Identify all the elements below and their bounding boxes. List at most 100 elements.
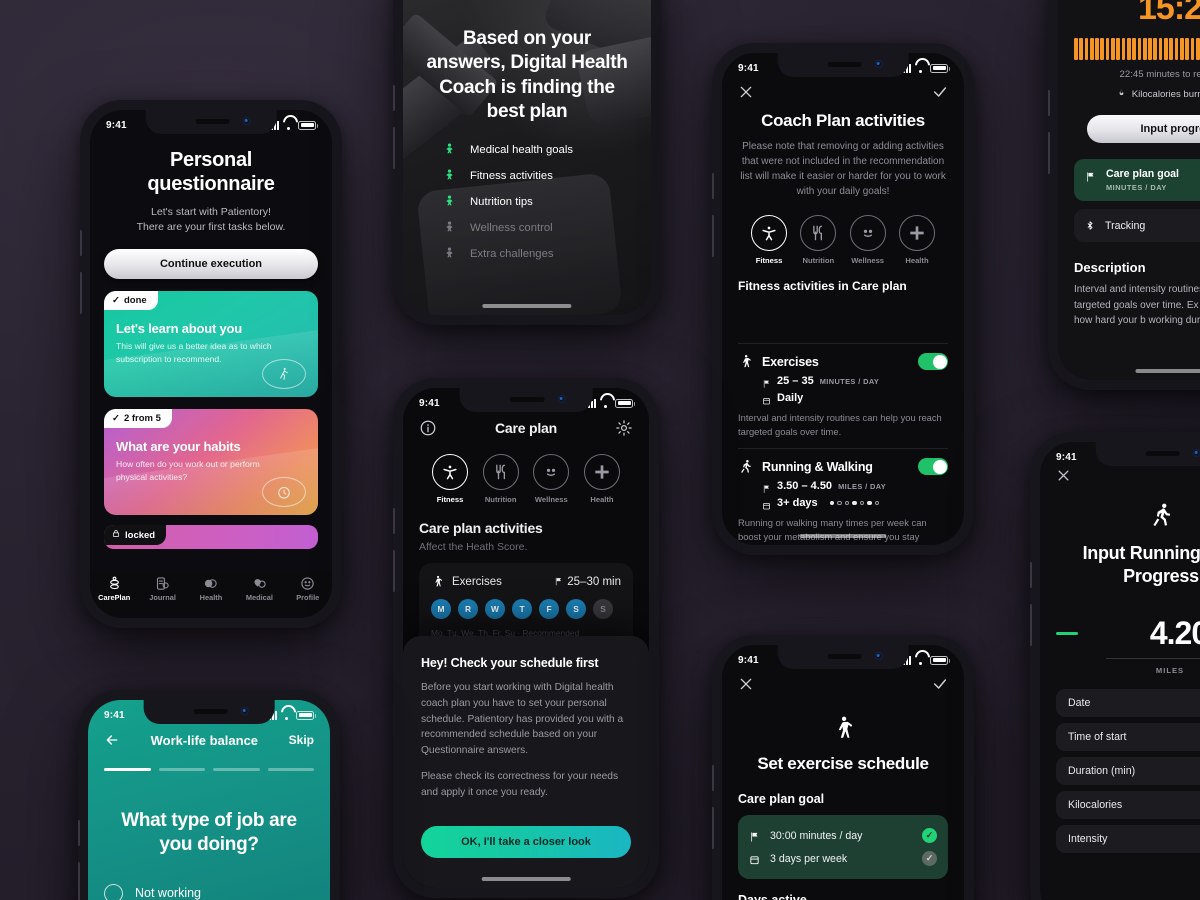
sheet-confirm-button[interactable]: OK, I'll take a closer look <box>421 826 631 858</box>
tab-medical[interactable]: Medical <box>235 576 283 602</box>
camera-icon <box>242 117 251 125</box>
continue-execution-button[interactable]: Continue execution <box>104 249 318 280</box>
goal-label: 3 days per week <box>770 852 848 865</box>
page-title: Set exercise schedule <box>757 754 929 773</box>
day-chip[interactable]: S <box>593 599 613 619</box>
care-plan-goal-card: 30:00 minutes / day ✓ 3 days per week ✓ <box>738 815 948 879</box>
speaker-icon <box>195 119 230 124</box>
tab-careplan[interactable]: CarePlan <box>90 576 138 602</box>
activity-toggle[interactable] <box>918 353 948 370</box>
minus-icon[interactable] <box>1056 631 1078 635</box>
detail-row-date[interactable]: Date 12 jan <box>1056 688 1200 717</box>
radio-icon[interactable] <box>104 883 123 900</box>
category-label: Fitness <box>755 256 783 265</box>
confirm-check-icon[interactable] <box>932 676 948 692</box>
goal-row[interactable]: 3 days per week ✓ <box>749 847 937 870</box>
page-title: Care plan <box>495 420 557 436</box>
close-icon[interactable] <box>1056 470 1071 487</box>
day-chip[interactable]: T <box>512 599 532 619</box>
list-item-label: Fitness activities <box>470 169 553 182</box>
input-progress-button[interactable]: Input progress <box>1086 115 1200 143</box>
status-time: 9:41 <box>419 397 440 409</box>
close-icon[interactable] <box>738 84 754 100</box>
arrow-left-icon[interactable] <box>104 732 120 748</box>
activity-name: Exercises <box>762 354 819 369</box>
nav-row: Care plan <box>419 414 633 442</box>
speaker-icon <box>1145 451 1180 456</box>
home-indicator <box>481 877 571 881</box>
exercise-icon <box>431 574 444 589</box>
confirm-check-icon[interactable] <box>932 84 948 100</box>
list-item-label: Nutrition tips <box>470 195 533 208</box>
skip-button[interactable]: Skip <box>289 733 314 747</box>
activity-description: Interval and intensity routines can help… <box>738 412 942 438</box>
exercise-icon <box>738 713 948 748</box>
activity-toggle[interactable] <box>918 458 948 476</box>
category-wellness[interactable]: Wellness <box>528 454 574 504</box>
page-title: Based on your answers, Digital Health Co… <box>426 28 628 122</box>
detail-row-kilocalories[interactable]: Kilocalories <box>1056 790 1200 819</box>
screen-personal-questionnaire: 9:41 Personal questionnaire Let's start … <box>90 110 332 618</box>
nav-row <box>738 79 948 105</box>
care-plan-goal-row[interactable]: Care plan goal MINUTES / DAY <box>1074 159 1200 201</box>
check-icon[interactable]: ✓ <box>922 851 937 866</box>
close-icon[interactable] <box>738 676 754 692</box>
flame-icon <box>1117 87 1126 101</box>
task-card-learn-about-you[interactable]: ✓ done Let's learn about you This will g… <box>104 291 318 398</box>
sheet-paragraph-2: Please check its correctness for your ne… <box>421 771 619 798</box>
tab-profile[interactable]: Profile <box>284 576 332 602</box>
section-subtitle: Affect the Heath Score. <box>419 541 528 553</box>
category-fitness[interactable]: Fitness <box>427 454 473 504</box>
page-subtitle: Let's start with Patientory! There are y… <box>104 205 318 235</box>
activity-frequency: 3+ days <box>762 497 948 510</box>
flag-icon <box>762 481 771 493</box>
check-icon[interactable]: ✓ <box>922 828 937 843</box>
wifi-icon <box>281 711 292 720</box>
day-chip[interactable]: M <box>431 599 451 619</box>
notch <box>777 645 909 669</box>
goal-row[interactable]: 30:00 minutes / day ✓ <box>749 824 937 847</box>
category-wellness[interactable]: Wellness <box>845 215 891 265</box>
category-row: Fitness Nutrition Wellness Health <box>738 215 948 265</box>
category-nutrition[interactable]: Nutrition <box>478 454 524 504</box>
day-chip[interactable]: R <box>458 599 478 619</box>
answer-option-not-working[interactable]: Not working <box>104 883 314 900</box>
day-chip[interactable]: W <box>485 599 505 619</box>
goal-title: Care plan goal <box>1106 168 1179 180</box>
calendar-icon <box>749 853 760 865</box>
task-card-your-habits[interactable]: ✓ 2 from 5 What are your habits How ofte… <box>104 409 318 516</box>
category-health[interactable]: Health <box>894 215 940 265</box>
health-icon <box>203 576 218 591</box>
detail-row-time-of-start[interactable]: Time of start <box>1056 722 1200 751</box>
tab-journal[interactable]: Journal <box>138 576 186 602</box>
gear-icon[interactable] <box>615 419 633 437</box>
flag-icon <box>749 830 760 842</box>
activity-row[interactable]: Exercises 25 – 35 MINUTES / DAY Daily In… <box>738 343 948 448</box>
page-title: Personal questionnaire <box>104 148 318 196</box>
info-icon[interactable] <box>419 419 437 437</box>
goal-value: 3.50 – 4.50 <box>777 480 833 493</box>
detail-row-duration[interactable]: Duration (min) <box>1056 756 1200 785</box>
day-chip[interactable]: F <box>539 599 559 619</box>
check-icon: ✓ <box>112 295 120 307</box>
tab-health[interactable]: Health <box>187 576 235 602</box>
category-health[interactable]: Health <box>579 454 625 504</box>
detail-row-intensity[interactable]: Intensity <box>1056 824 1200 853</box>
tab-label: Profile <box>296 593 320 602</box>
description-text: Interval and intensity routines can reac… <box>1074 284 1200 326</box>
category-fitness[interactable]: Fitness <box>746 215 792 265</box>
task-card-locked[interactable]: locked <box>104 525 318 550</box>
screen-finding-plan: Based on your answers, Digital Health Co… <box>403 0 651 315</box>
status-badge: ✓ 2 from 5 <box>104 409 172 429</box>
day-chip[interactable]: S <box>566 599 586 619</box>
category-nutrition[interactable]: Nutrition <box>795 215 841 265</box>
distance-value[interactable]: 4.20 <box>1092 615 1200 652</box>
elapsed-time: 15:20 <box>1138 0 1200 27</box>
category-label: Health <box>905 256 929 265</box>
tracking-row[interactable]: Tracking No i <box>1074 209 1200 242</box>
card-description: How often do you work out or perform phy… <box>116 459 260 482</box>
value-underline <box>1106 657 1200 659</box>
row-label: Intensity <box>1068 832 1108 845</box>
nutrition-icon <box>800 215 837 251</box>
activity-row[interactable]: Running & Walking 3.50 – 4.50 MILES / DA… <box>738 448 948 545</box>
